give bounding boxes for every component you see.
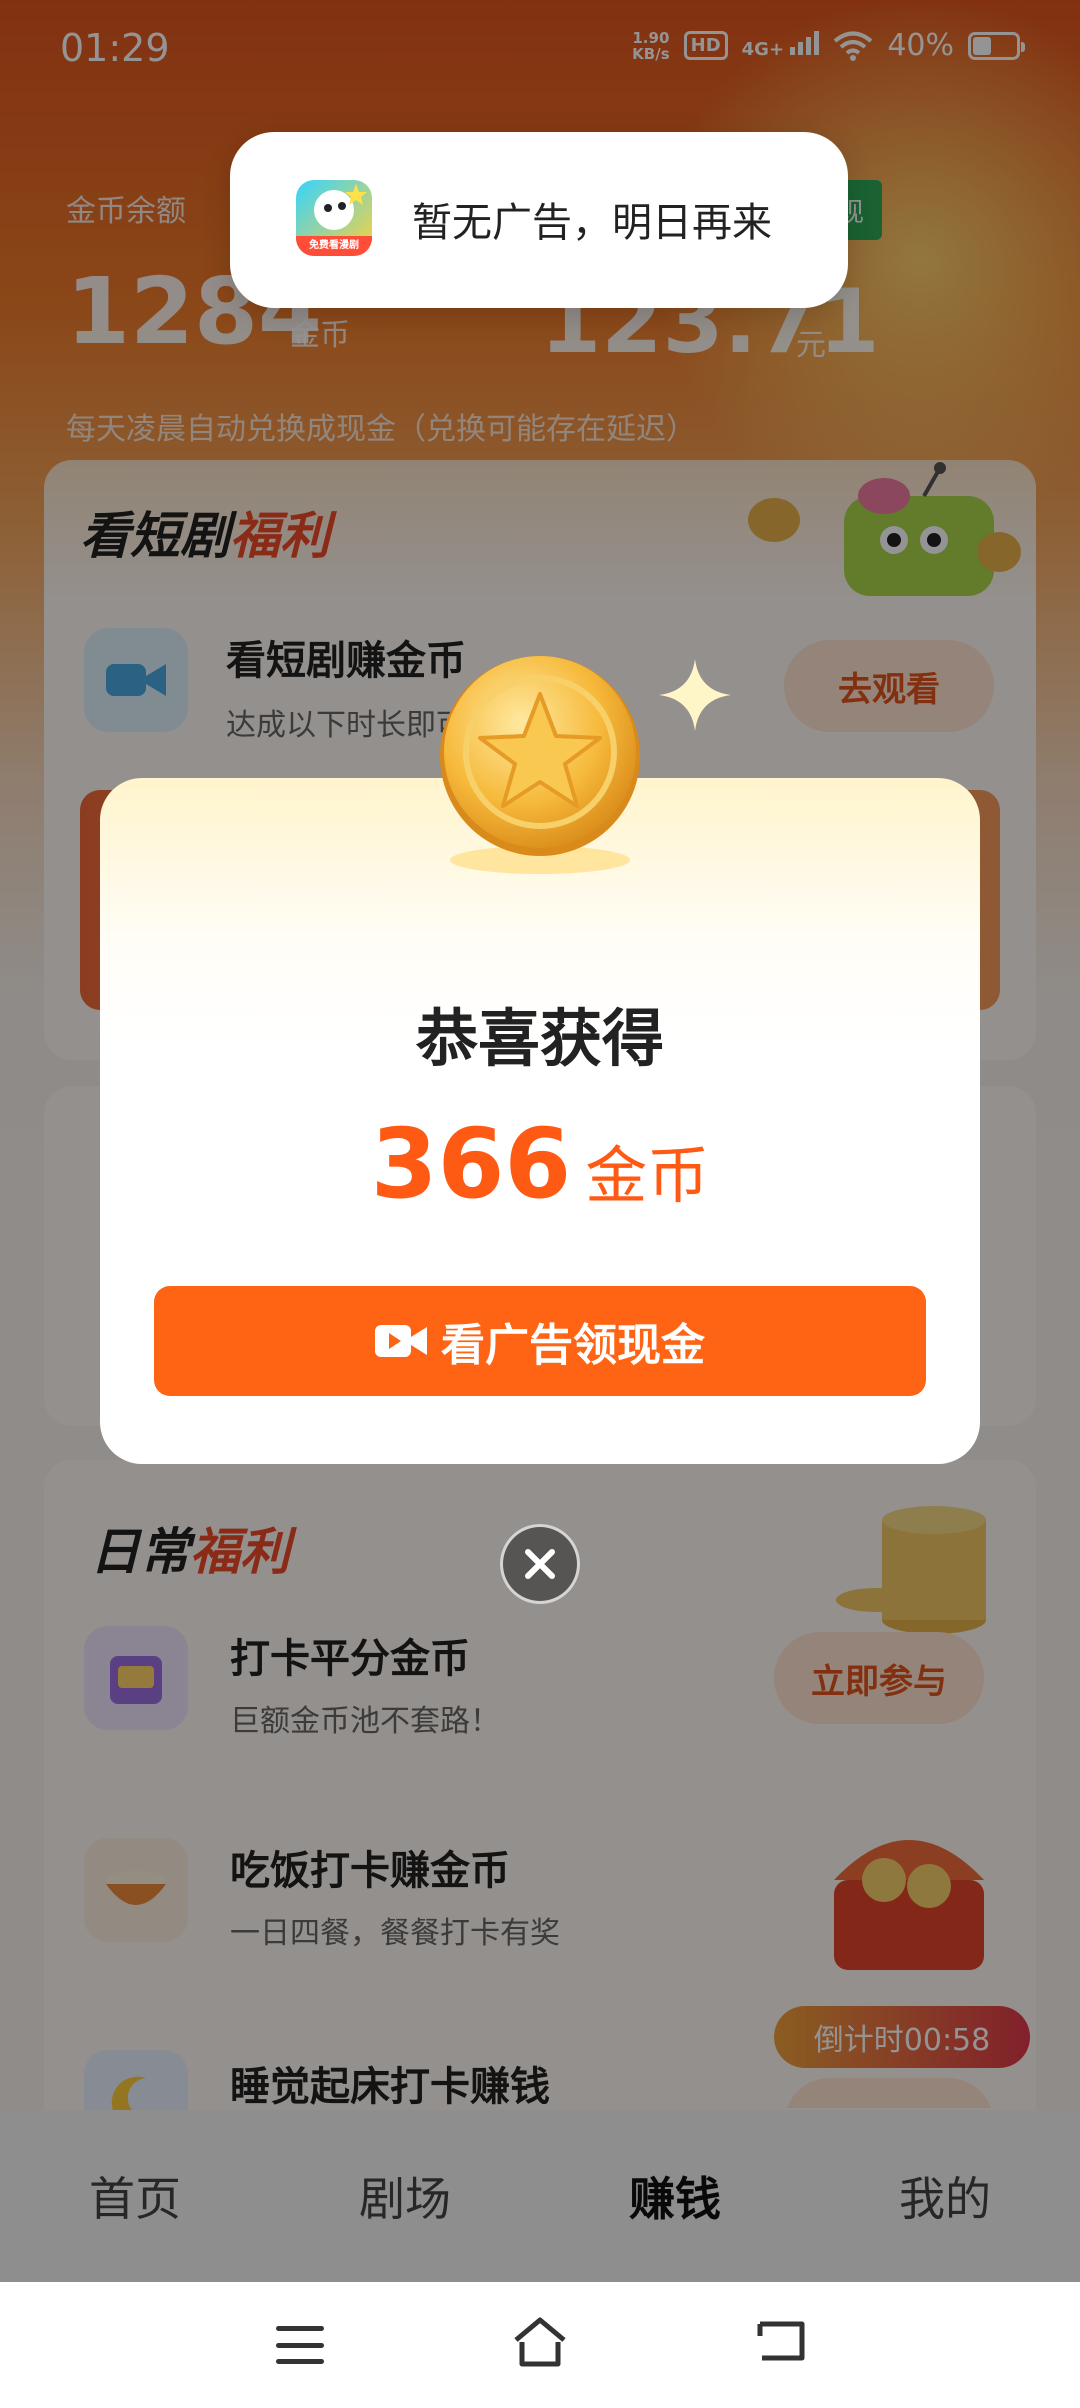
- watch-ad-label: 看广告领现金: [441, 1320, 705, 1371]
- toast-text: 暂无广告，明日再来: [412, 200, 772, 246]
- reward-row: 366 金币: [100, 1108, 980, 1220]
- watch-ad-cash-button[interactable]: 看广告领现金: [154, 1286, 926, 1396]
- app-logo-caption: 免费看漫剧: [296, 236, 372, 256]
- back-icon[interactable]: [752, 2312, 810, 2368]
- popup-title: 恭喜获得: [415, 1002, 664, 1075]
- close-popup-button[interactable]: [500, 1524, 580, 1604]
- app-logo: 免费看漫剧: [296, 180, 372, 256]
- reward-amount: 366: [370, 1108, 572, 1220]
- system-nav-bar: [0, 2282, 1080, 2408]
- toast-message: 免费看漫剧 暂无广告，明日再来: [230, 132, 848, 308]
- gold-coin-icon: [440, 656, 640, 874]
- menu-icon[interactable]: [276, 2326, 324, 2364]
- reward-unit: 金币: [585, 1139, 710, 1212]
- video-icon: [375, 1325, 427, 1357]
- reward-popup: 恭喜获得 366 金币 看广告领现金: [100, 778, 980, 1464]
- home-icon[interactable]: [510, 2312, 570, 2372]
- sparkle-icon: [659, 659, 731, 731]
- close-icon: [525, 1549, 555, 1579]
